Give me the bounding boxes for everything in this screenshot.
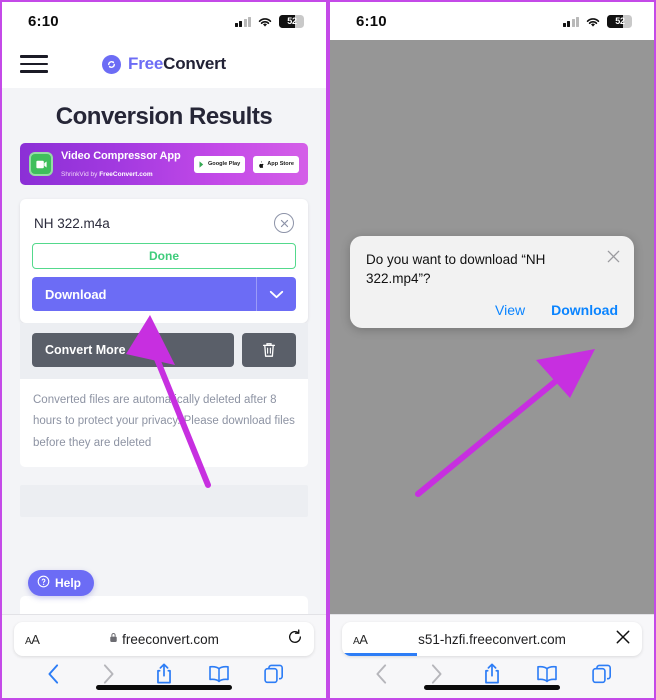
close-x-icon[interactable] (606, 249, 621, 264)
file-name: NH 322.m4a (34, 215, 110, 231)
hamburger-menu-icon[interactable] (20, 55, 48, 73)
app-store-label: App Store (267, 161, 294, 167)
dialog-view-button[interactable]: View (495, 302, 525, 318)
external-link-icon (133, 342, 146, 358)
conversion-result-card: NH 322.m4a Done Download (20, 199, 308, 323)
help-label: Help (55, 576, 82, 590)
page-content: Conversion Results Video Compressor App … (2, 88, 326, 618)
app-store-button[interactable]: App Store (253, 155, 299, 173)
tabs-icon[interactable] (575, 664, 630, 684)
page-load-progress (342, 653, 417, 656)
status-time: 6:10 (28, 12, 59, 30)
download-button[interactable]: Download (32, 277, 296, 311)
lock-icon (109, 630, 118, 648)
safari-bottom-bar-left: AA freeconvert.com (2, 614, 326, 698)
chevron-left-icon[interactable] (26, 664, 81, 684)
share-icon[interactable] (136, 663, 191, 685)
trash-icon[interactable] (242, 333, 296, 367)
download-confirm-dialog: Do you want to download “NH 322.mp4”? Vi… (350, 236, 634, 329)
brand-first: Free (128, 54, 164, 73)
left-phone-panel: 6:10 52 FreeConvert Conversion Results V… (0, 0, 328, 700)
url-text: s51-hzfi.freeconvert.com (418, 631, 566, 647)
cellular-signal-icon (234, 16, 251, 27)
url-display: s51-hzfi.freeconvert.com (342, 632, 642, 647)
home-indicator (96, 685, 232, 690)
card-body: Done Download (20, 243, 308, 323)
wifi-icon (585, 15, 601, 27)
status-bar-left: 6:10 52 (2, 2, 326, 40)
status-badge: Done (32, 243, 296, 269)
dialog-download-button[interactable]: Download (551, 302, 618, 318)
battery-icon: 52 (607, 14, 632, 28)
home-indicator (424, 685, 560, 690)
ad-placeholder (20, 484, 308, 517)
text-size-button[interactable]: AA (25, 632, 40, 647)
brand-text: FreeConvert (128, 54, 226, 74)
convert-more-button[interactable]: Convert More (32, 333, 234, 367)
convert-more-label: Convert More (45, 343, 126, 357)
page-title: Conversion Results (55, 103, 273, 130)
status-time: 6:10 (356, 12, 387, 30)
url-display: freeconvert.com (14, 630, 314, 648)
chevron-right-icon (81, 664, 136, 684)
question-circle-icon (37, 575, 50, 591)
dialog-actions: View Download (366, 302, 618, 318)
card-header: NH 322.m4a (20, 199, 308, 243)
promo-banner[interactable]: Video Compressor App ShrinkVid by FreeCo… (20, 143, 308, 185)
url-text: freeconvert.com (122, 631, 219, 647)
status-indicators: 52 (234, 14, 304, 28)
video-app-icon (29, 152, 53, 176)
address-bar-right[interactable]: AA s51-hzfi.freeconvert.com (342, 622, 642, 656)
text-size-button[interactable]: AA (353, 632, 368, 647)
promo-text: Video Compressor App ShrinkVid by FreeCo… (61, 147, 186, 181)
brand-logo[interactable]: FreeConvert (102, 54, 226, 74)
google-play-label: Google Play (207, 161, 241, 167)
stop-loading-button[interactable] (615, 629, 631, 650)
brand-second: Convert (163, 54, 226, 73)
reload-icon[interactable] (287, 628, 303, 650)
tabs-icon[interactable] (247, 664, 302, 684)
status-indicators: 52 (562, 14, 632, 28)
help-button[interactable]: Help (28, 570, 95, 596)
download-button-label: Download (45, 286, 107, 302)
chevron-right-icon (409, 664, 464, 684)
promo-title: Video Compressor App (61, 150, 181, 163)
chevron-left-icon (354, 664, 409, 684)
chevron-down-icon[interactable] (256, 277, 296, 311)
action-row: Convert More (20, 323, 308, 379)
status-bar-right: 6:10 52 (330, 2, 654, 40)
book-icon[interactable] (520, 665, 575, 683)
site-header: FreeConvert (2, 40, 326, 88)
address-bar-left[interactable]: AA freeconvert.com (14, 622, 314, 656)
book-icon[interactable] (192, 665, 247, 683)
close-circle-icon[interactable] (274, 213, 294, 233)
right-phone-panel: 6:10 52 Do you want to download “NH 322.… (328, 0, 656, 700)
dialog-message: Do you want to download “NH 322.mp4”? (366, 252, 546, 287)
battery-percent: 52 (615, 16, 625, 26)
cellular-signal-icon (562, 16, 579, 27)
dual-phone-screenshot: 6:10 52 FreeConvert Conversion Results V… (0, 0, 656, 700)
battery-percent: 52 (287, 16, 297, 26)
safari-bottom-bar-right: AA s51-hzfi.freeconvert.com (330, 614, 654, 698)
promo-subtitle: ShrinkVid by FreeConvert.com (61, 171, 153, 178)
battery-icon: 52 (279, 14, 304, 28)
share-icon[interactable] (464, 663, 519, 685)
retention-notice: Converted files are automatically delete… (20, 379, 308, 467)
freeconvert-logo-icon (102, 54, 122, 74)
wifi-icon (257, 15, 273, 27)
google-play-button[interactable]: Google Play (193, 155, 246, 173)
